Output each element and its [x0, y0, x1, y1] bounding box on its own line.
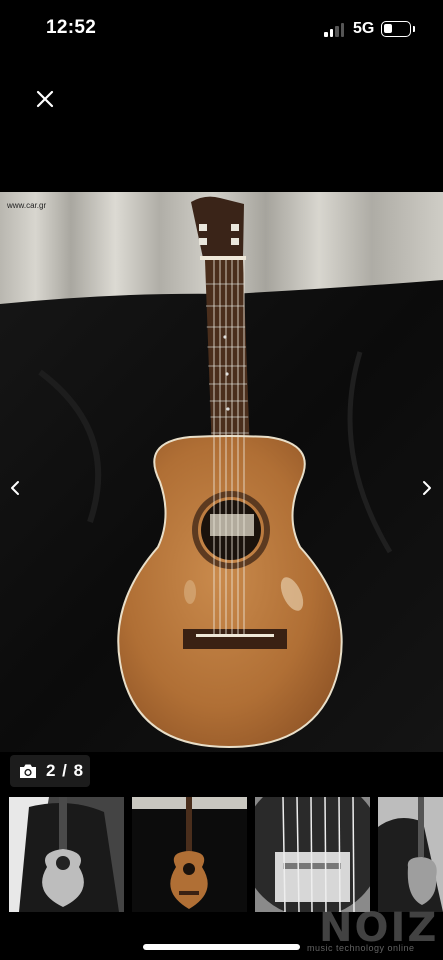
close-button[interactable] [30, 84, 60, 114]
thumbnail-guitar-in-case [9, 797, 124, 912]
thumbnail-strip[interactable] [0, 797, 443, 912]
thumbnail-guitar-full-view [132, 797, 247, 912]
thumbnail-item[interactable] [132, 797, 247, 912]
photo-counter: 2 / 8 [10, 755, 90, 787]
image-watermark: www.car.gr [7, 201, 47, 210]
battery-cap [413, 26, 415, 32]
network-type: 5G [353, 20, 375, 37]
signal-icon [324, 23, 346, 37]
close-icon [36, 90, 54, 108]
counter-text: 2 / 8 [46, 761, 85, 780]
home-indicator[interactable] [143, 944, 300, 950]
battery-icon [381, 21, 411, 37]
chevron-left-icon [11, 481, 19, 495]
thumbnail-item[interactable] [9, 797, 124, 912]
status-time: 12:52 [46, 17, 97, 38]
noiz-watermark: NOIZ music technology online [305, 905, 443, 960]
thumbnail-guitar-side-view [378, 797, 443, 912]
guitar-photo [0, 192, 443, 752]
thumbnail-item[interactable] [378, 797, 443, 912]
thumbnail-guitar-soundhole-label [255, 797, 370, 912]
previous-photo-button[interactable] [4, 476, 28, 500]
next-photo-button[interactable] [414, 476, 438, 500]
noiz-tagline: music technology online [307, 943, 415, 953]
thumbnail-item[interactable] [255, 797, 370, 912]
status-bar: 12:52 5G [0, 0, 443, 60]
camera-icon [20, 764, 36, 778]
chevron-right-icon [423, 481, 431, 495]
main-photo[interactable]: www.car.gr [0, 192, 443, 752]
